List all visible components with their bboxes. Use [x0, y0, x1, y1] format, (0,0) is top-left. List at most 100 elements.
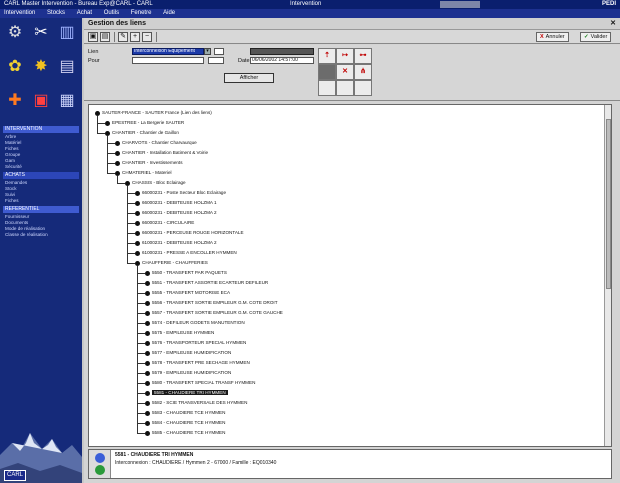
menu-item-stocks[interactable]: Stocks	[47, 10, 65, 16]
tree-node[interactable]: CHMATERIEL - Materiel	[115, 169, 172, 177]
node-bullet-icon	[145, 380, 150, 386]
tree-node[interactable]: 66000231 - PERCEUSE ROUGE HORIZONTALE	[135, 229, 244, 237]
chart-icon[interactable]: ▤	[56, 56, 78, 78]
star-icon[interactable]: ✸	[30, 56, 52, 78]
nav-item-fiches-achat[interactable]: Fiches	[3, 198, 79, 204]
tree-connector	[117, 183, 125, 184]
palette-empty-cell[interactable]	[354, 80, 372, 96]
menu-item-achat[interactable]: Achat	[77, 10, 92, 16]
edit-icon[interactable]: ✎	[118, 32, 128, 42]
building-icon[interactable]: ▥	[56, 22, 78, 44]
date-input[interactable]: 06/06/2002 14:57:00	[250, 57, 314, 64]
green-globe-icon	[95, 465, 105, 475]
wrench-icon[interactable]: ✂	[30, 22, 52, 44]
palette-empty-cell[interactable]	[336, 80, 354, 96]
tree-node[interactable]: 5578 - TRANSFERT PRE SECHAGE HYMMEN	[145, 359, 250, 367]
close-icon[interactable]: ✕	[610, 18, 616, 30]
vertical-scrollbar[interactable]	[604, 105, 611, 446]
tree-node[interactable]: CHARVOTS - Chantier Charvaurque	[115, 139, 197, 147]
node-bullet-icon	[135, 260, 140, 266]
blue-globe-icon	[95, 453, 105, 463]
link-tree-icon[interactable]: ⊶	[354, 48, 372, 64]
menu-item-fenetre[interactable]: Fenetre	[131, 10, 152, 16]
tree-node-label: 5581 - CHAUDIERE TRI HYMMEN	[152, 390, 228, 395]
print-icon[interactable]: ▤	[100, 32, 110, 42]
tree-node[interactable]: 5583 - CHAUDIERE TCE HYMMEN	[145, 409, 225, 417]
tree-node[interactable]: CHANTIER - Chantier de Gaillon	[105, 129, 179, 137]
tree-connector	[137, 423, 145, 424]
tree-node[interactable]: CHAUFFERIE - CHAUFFERIES	[135, 259, 208, 267]
nav-section-achats[interactable]: ACHATS	[3, 172, 79, 179]
tree-node[interactable]: CHASSIS - Bloc Eclairage	[125, 179, 186, 187]
tree-node[interactable]: 5582 - SCIE TRANSVERSALE DES HYMMEN	[145, 399, 247, 407]
lien-select[interactable]: Interconnexion Equipement	[132, 48, 204, 55]
tree-node[interactable]: 5580 - TRANSFERT SPECIAL TRANSF HYMMEN	[145, 379, 255, 387]
remove-icon[interactable]: −	[142, 32, 152, 42]
tree-node[interactable]: 61000231 - DEBITEUSE HOLZMA 2	[135, 239, 217, 247]
tree-node[interactable]: EPESTREE - La Bergerie SAUTER	[105, 119, 184, 127]
tree-node-label: 5584 - CHAUDIERE TCE HYMMEN	[152, 420, 226, 425]
tree-node[interactable]: 61000231 - PRESSE A ENCOLLER HYMMEN	[135, 249, 237, 257]
menu-item-intervention[interactable]: Intervention	[4, 10, 35, 16]
document-icon[interactable]: ▦	[56, 90, 78, 112]
tree-node[interactable]: 5555 - TRANSFERT MOTORISE ECA	[145, 289, 230, 297]
chevron-down-icon[interactable]: ▾	[204, 48, 211, 55]
scrollbar-thumb[interactable]	[606, 119, 611, 289]
validate-button[interactable]: ✓ Valider	[580, 32, 612, 42]
save-icon[interactable]: ▣	[88, 32, 98, 42]
tree-node[interactable]: SAUTER-FRANCE - SAUTER France (Lien des …	[95, 109, 212, 117]
afficher-button[interactable]: Afficher	[224, 73, 274, 83]
lien-option-box[interactable]	[214, 48, 224, 55]
nav-item-securite[interactable]: Sécurité	[3, 164, 79, 170]
nav-section-intervention[interactable]: INTERVENTION	[3, 126, 79, 133]
tree-connector	[127, 203, 135, 204]
link-cross-icon[interactable]: ✕	[336, 64, 354, 80]
tree-node-label: 66000231 - PERCEUSE ROUGE HORIZONTALE	[142, 230, 244, 235]
tree-connector	[137, 323, 145, 324]
tree-node-label: 5575 - EMPILEUSE HYMMEN	[152, 330, 215, 335]
nav-item-classe-realisation[interactable]: Classe de réalisation	[3, 232, 79, 238]
tree-node[interactable]: 66000231 - CIRCULAIRE	[135, 219, 194, 227]
link-dark-icon[interactable]	[318, 64, 336, 80]
node-bullet-icon	[115, 170, 120, 176]
tree-node[interactable]: 66000231 - Poste Secteur Bloc Eclairage	[135, 189, 226, 197]
pour-extra-field[interactable]	[208, 57, 224, 64]
tree-node[interactable]: CHANTIER - Installation Batiment & Voiri…	[115, 149, 208, 157]
tree-node[interactable]: 5585 - CHAUDIERE TCE HYMMEN	[145, 429, 225, 437]
tree-node[interactable]: 5551 - TRANSFERT ASSORTIE ECARTEUR DEFIL…	[145, 279, 268, 287]
tree-node[interactable]: 5550 - TRANSFERT PAR PAQUETS	[145, 269, 227, 277]
tree-node[interactable]: 66000231 - DEBITEUSE HOLZMA 2	[135, 209, 217, 217]
link-branch-icon[interactable]: ⋔	[354, 64, 372, 80]
nav-section-referentiel[interactable]: REFERENTIEL	[3, 206, 79, 213]
tree-node[interactable]: 5577 - EMPILEUSE HUMIDIFICATION	[145, 349, 231, 357]
tree-node[interactable]: 5556 - TRANSFERT SORTIE EMPILEUR G.M. CO…	[145, 299, 278, 307]
tree-node[interactable]: 5557 - TRANSFERT SORTIE EMPILEUR G.M. CO…	[145, 309, 283, 317]
cancel-button[interactable]: X Annuler	[536, 32, 569, 42]
window-controls[interactable]	[440, 1, 480, 8]
tree-node[interactable]: 5584 - CHAUDIERE TCE HYMMEN	[145, 419, 225, 427]
add-icon[interactable]: +	[130, 32, 140, 42]
tree-connector	[107, 143, 115, 144]
tree-node[interactable]: 5579 - EMPILEUSE HUMIDIFICATION	[145, 369, 231, 377]
tree-node[interactable]: 5575 - EMPILEUSE HYMMEN	[145, 329, 214, 337]
calendar-icon[interactable]: ▣	[30, 90, 52, 112]
plus-icon[interactable]: ✚	[4, 90, 26, 112]
menu-item-aide[interactable]: Aide	[163, 10, 175, 16]
pour-input[interactable]	[132, 57, 204, 64]
date-range-field[interactable]	[250, 48, 314, 55]
link-up-icon[interactable]: ⇡	[318, 48, 336, 64]
node-bullet-icon	[115, 140, 120, 146]
tree-connector	[137, 283, 145, 284]
link-right-icon[interactable]: ↦	[336, 48, 354, 64]
tree-node[interactable]: 5576 - TRANSPORTEUR SPECIAL HYMMEN	[145, 339, 246, 347]
menu-item-outils[interactable]: Outils	[104, 10, 119, 16]
tree-node[interactable]: 66000231 - DEBITEUSE HOLZMA 1	[135, 199, 217, 207]
tree-node[interactable]: CHANTIER - Investissements	[115, 159, 183, 167]
pour-label: Pour	[88, 58, 100, 64]
gear-icon[interactable]: ⚙	[4, 22, 26, 44]
flower-icon[interactable]: ✿	[4, 56, 26, 78]
tree-node[interactable]: 5581 - CHAUDIERE TRI HYMMEN	[145, 389, 228, 397]
tree-connector	[137, 353, 145, 354]
tree-node[interactable]: 5574 - DEFILEUR GODETS MANUTENTION	[145, 319, 245, 327]
palette-empty-cell[interactable]	[318, 80, 336, 96]
